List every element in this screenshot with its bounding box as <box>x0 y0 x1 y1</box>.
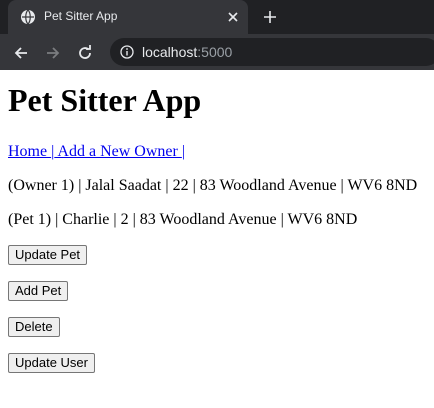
info-icon[interactable] <box>120 45 134 59</box>
add-pet-button[interactable]: Add Pet <box>8 281 69 301</box>
url-host: localhost <box>142 44 198 60</box>
owner-record: (Owner 1) | Jalal Saadat | 22 | 83 Woodl… <box>8 177 418 194</box>
page-content: Pet Sitter App Home | Add a New Owner | … <box>8 70 428 373</box>
pet-record: (Pet 1) | Charlie | 2 | 83 Woodland Aven… <box>8 211 358 228</box>
nav-links: Home | Add a New Owner | <box>8 143 428 161</box>
nav-separator: | <box>181 143 186 160</box>
home-link-label: Home <box>8 143 52 160</box>
update-user-button[interactable]: Update User <box>8 353 95 373</box>
close-tab-icon[interactable] <box>226 10 240 24</box>
browser-toolbar: localhost:5000 <box>0 34 434 70</box>
browser-tab-strip: Pet Sitter App <box>0 0 434 34</box>
address-bar[interactable]: localhost:5000 <box>110 38 434 66</box>
add-owner-link-label: Add a New Owner <box>54 143 182 160</box>
globe-icon <box>21 9 35 25</box>
tab-title: Pet Sitter App <box>44 9 118 23</box>
add-owner-link[interactable]: Add a New Owner | <box>54 143 185 160</box>
update-pet-button[interactable]: Update Pet <box>8 245 88 265</box>
reload-icon[interactable] <box>76 44 94 62</box>
forward-arrow-icon[interactable] <box>44 44 62 62</box>
delete-button[interactable]: Delete <box>8 317 60 337</box>
url-text: localhost:5000 <box>142 44 232 60</box>
home-link[interactable]: Home | <box>8 143 54 160</box>
new-tab-icon[interactable] <box>262 9 278 25</box>
url-port: :5000 <box>197 44 233 60</box>
browser-tab[interactable]: Pet Sitter App <box>8 0 248 34</box>
back-arrow-icon[interactable] <box>12 44 30 62</box>
page-title: Pet Sitter App <box>8 82 202 118</box>
